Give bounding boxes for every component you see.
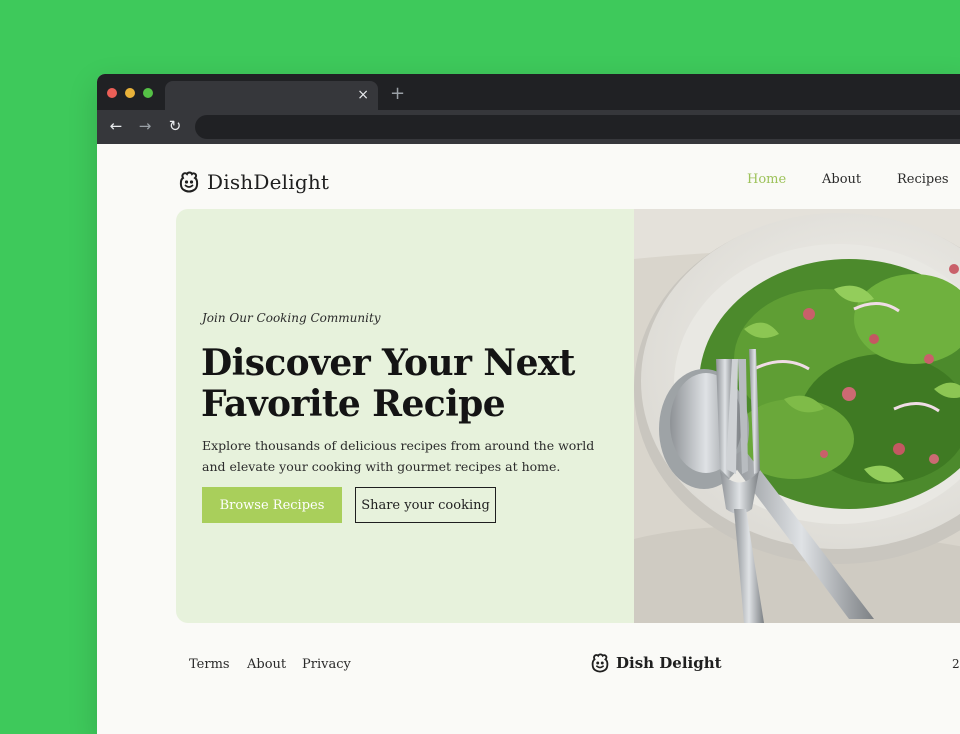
minimize-window-icon[interactable] bbox=[125, 88, 135, 98]
browser-toolbar: ← → ↻ bbox=[97, 110, 960, 144]
hero-headline: Discover Your Next Favorite Recipe bbox=[201, 342, 575, 425]
new-tab-icon[interactable]: + bbox=[390, 84, 405, 104]
hero-subtext: Explore thousands of delicious recipes f… bbox=[202, 438, 595, 474]
hero-eyebrow: Join Our Cooking Community bbox=[202, 311, 381, 325]
share-cooking-button[interactable]: Share your cooking bbox=[355, 487, 496, 523]
close-window-icon[interactable] bbox=[107, 88, 117, 98]
salad-image bbox=[634, 209, 960, 623]
footer-link-privacy[interactable]: Privacy bbox=[302, 657, 351, 672]
footer-brand-name: Dish Delight bbox=[616, 654, 722, 672]
salad-plate-illustration bbox=[634, 209, 960, 623]
footer-link-about[interactable]: About bbox=[247, 657, 286, 672]
page-footer: Terms About Privacy Dish Delight 2( bbox=[97, 649, 960, 689]
browse-recipes-button[interactable]: Browse Recipes bbox=[202, 487, 342, 523]
title-bar: × + bbox=[97, 74, 960, 110]
browser-window: × + ← → ↻ DishDelight Home About Recipes… bbox=[97, 74, 960, 734]
tab-close-icon[interactable]: × bbox=[357, 85, 369, 105]
brand-logo[interactable]: DishDelight bbox=[177, 170, 329, 194]
hero-section: Join Our Cooking Community Discover Your… bbox=[176, 209, 960, 623]
footer-copyright: 2( bbox=[952, 657, 960, 671]
web-page: DishDelight Home About Recipes Join Our … bbox=[97, 144, 960, 734]
nav-item-home[interactable]: Home bbox=[747, 172, 786, 187]
browser-tab[interactable]: × bbox=[165, 81, 378, 110]
smiley-chef-icon bbox=[591, 653, 609, 673]
reload-icon[interactable]: ↻ bbox=[166, 117, 184, 135]
maximize-window-icon[interactable] bbox=[143, 88, 153, 98]
brand-name: DishDelight bbox=[207, 170, 330, 194]
footer-link-terms[interactable]: Terms bbox=[189, 657, 230, 672]
nav-item-about[interactable]: About bbox=[822, 172, 861, 187]
address-bar[interactable] bbox=[195, 115, 960, 139]
back-arrow-icon[interactable]: ← bbox=[107, 117, 125, 135]
forward-arrow-icon[interactable]: → bbox=[136, 117, 154, 135]
footer-logo[interactable]: Dish Delight bbox=[589, 653, 722, 673]
smiley-chef-icon bbox=[179, 171, 199, 193]
nav-item-recipes[interactable]: Recipes bbox=[897, 172, 949, 187]
